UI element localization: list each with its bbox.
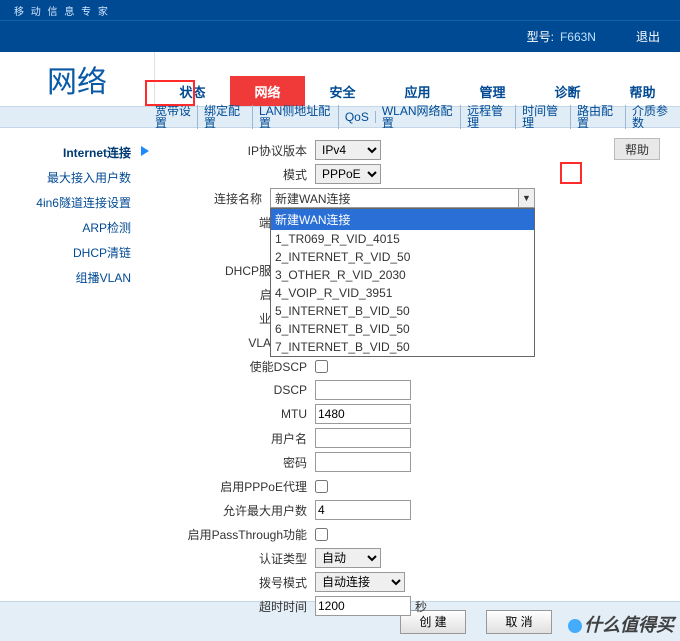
- input-mtu[interactable]: [315, 404, 411, 424]
- label-passthrough: 启用PassThrough功能: [175, 526, 315, 543]
- tab-网络[interactable]: 网络: [230, 76, 305, 106]
- brand-strip: 移 动 信 息 专 家: [0, 0, 680, 20]
- side-item-2[interactable]: 4in6隧道连接设置: [0, 190, 155, 215]
- input-username[interactable]: [315, 428, 411, 448]
- conn-option-1[interactable]: 1_TR069_R_VID_4015: [271, 230, 534, 248]
- primary-tabs: 状态网络安全应用管理诊断帮助: [155, 52, 680, 106]
- tab-应用[interactable]: 应用: [380, 76, 455, 106]
- subnav-7[interactable]: 路由配置: [571, 105, 626, 129]
- label-pass: 密码: [175, 454, 315, 471]
- sub-nav: 宽带设置绑定配置LAN侧地址配置QoSWLAN网络配置远程管理时间管理路由配置介…: [0, 106, 680, 128]
- label-dial: 拨号模式: [175, 574, 315, 591]
- conn-option-7[interactable]: 7_INTERNET_B_VID_50: [271, 338, 534, 356]
- side-item-4[interactable]: DHCP清链: [0, 240, 155, 265]
- logout-link[interactable]: 退出: [636, 28, 660, 45]
- label-user: 用户名: [175, 430, 315, 447]
- sidebar: Internet连接最大接入用户数4in6隧道连接设置ARP检测DHCP清链组播…: [0, 128, 155, 601]
- select-ip-proto[interactable]: IPv4: [315, 140, 381, 160]
- conn-option-5[interactable]: 5_INTERNET_B_VID_50: [271, 302, 534, 320]
- tab-诊断[interactable]: 诊断: [530, 76, 605, 106]
- label-max-users: 允许最大用户数: [175, 502, 315, 519]
- subnav-8[interactable]: 介质参数: [626, 105, 680, 129]
- side-item-5[interactable]: 组播VLAN: [0, 265, 155, 290]
- select-mode[interactable]: PPPoE: [315, 164, 381, 184]
- tab-安全[interactable]: 安全: [305, 76, 380, 106]
- label-timeout: 超时时间: [175, 598, 315, 615]
- conn-option-0[interactable]: 新建WAN连接: [271, 209, 534, 230]
- checkbox-dscp-enable[interactable]: [315, 360, 328, 373]
- conn-option-6[interactable]: 6_INTERNET_B_VID_50: [271, 320, 534, 338]
- wan-form: IP协议版本 IPv4 模式 PPPoE 连接名称 新建WAN连接 ▼ 新建WA…: [175, 138, 535, 618]
- timeout-unit: 秒: [415, 598, 427, 615]
- select-auth[interactable]: 自动: [315, 548, 381, 568]
- tab-状态[interactable]: 状态: [155, 76, 230, 106]
- conn-name-text: 新建WAN连接: [275, 190, 351, 207]
- conn-option-3[interactable]: 3_OTHER_R_VID_2030: [271, 266, 534, 284]
- conn-option-4[interactable]: 4_VOIP_R_VID_3951: [271, 284, 534, 302]
- side-item-1[interactable]: 最大接入用户数: [0, 165, 155, 190]
- label-pppoe-proxy: 启用PPPoE代理: [175, 478, 315, 495]
- chevron-down-icon: ▼: [518, 189, 534, 207]
- page-title: 网络: [0, 52, 155, 106]
- model-value: F663N: [560, 30, 596, 44]
- subnav-4[interactable]: WLAN网络配置: [376, 105, 461, 129]
- subnav-2[interactable]: LAN侧地址配置: [253, 105, 339, 129]
- checkbox-passthrough[interactable]: [315, 528, 328, 541]
- tab-管理[interactable]: 管理: [455, 76, 530, 106]
- input-max-users[interactable]: [315, 500, 411, 520]
- label-auth: 认证类型: [175, 550, 315, 567]
- select-dial[interactable]: 自动连接: [315, 572, 405, 592]
- main-panel: 帮助 IP协议版本 IPv4 模式 PPPoE 连接名称 新建WAN连接 ▼ 新…: [155, 128, 680, 601]
- help-button[interactable]: 帮助: [614, 138, 660, 160]
- conn-name-selected[interactable]: 新建WAN连接 ▼: [270, 188, 535, 208]
- label-dscp: DSCP: [175, 383, 315, 397]
- subnav-1[interactable]: 绑定配置: [198, 105, 253, 129]
- checkbox-pppoe-proxy[interactable]: [315, 480, 328, 493]
- brand-subtitle: 移 动 信 息 专 家: [14, 3, 110, 18]
- conn-name-options[interactable]: 新建WAN连接1_TR069_R_VID_40152_INTERNET_R_VI…: [270, 208, 535, 357]
- subnav-6[interactable]: 时间管理: [516, 105, 571, 129]
- side-item-3[interactable]: ARP检测: [0, 215, 155, 240]
- label-dscp-en: 使能DSCP: [175, 358, 315, 375]
- conn-name-dropdown[interactable]: 新建WAN连接 ▼ 新建WAN连接1_TR069_R_VID_40152_INT…: [270, 188, 535, 208]
- input-timeout[interactable]: [315, 596, 411, 616]
- label-mtu: MTU: [175, 407, 315, 421]
- conn-option-2[interactable]: 2_INTERNET_R_VID_50: [271, 248, 534, 266]
- label-mode: 模式: [175, 166, 315, 183]
- subnav-3[interactable]: QoS: [339, 111, 376, 123]
- nav-row: 网络 状态网络安全应用管理诊断帮助: [0, 52, 680, 106]
- subnav-0[interactable]: 宽带设置: [155, 105, 198, 129]
- subnav-5[interactable]: 远程管理: [461, 105, 516, 129]
- label-conn-name: 连接名称: [175, 190, 270, 207]
- side-item-0[interactable]: Internet连接: [0, 140, 155, 165]
- model-bar: 型号: F663N 退出: [0, 20, 680, 52]
- tab-帮助[interactable]: 帮助: [605, 76, 680, 106]
- model-label: 型号:: [527, 28, 554, 45]
- label-ip-proto: IP协议版本: [175, 142, 315, 159]
- input-password[interactable]: [315, 452, 411, 472]
- input-dscp[interactable]: [315, 380, 411, 400]
